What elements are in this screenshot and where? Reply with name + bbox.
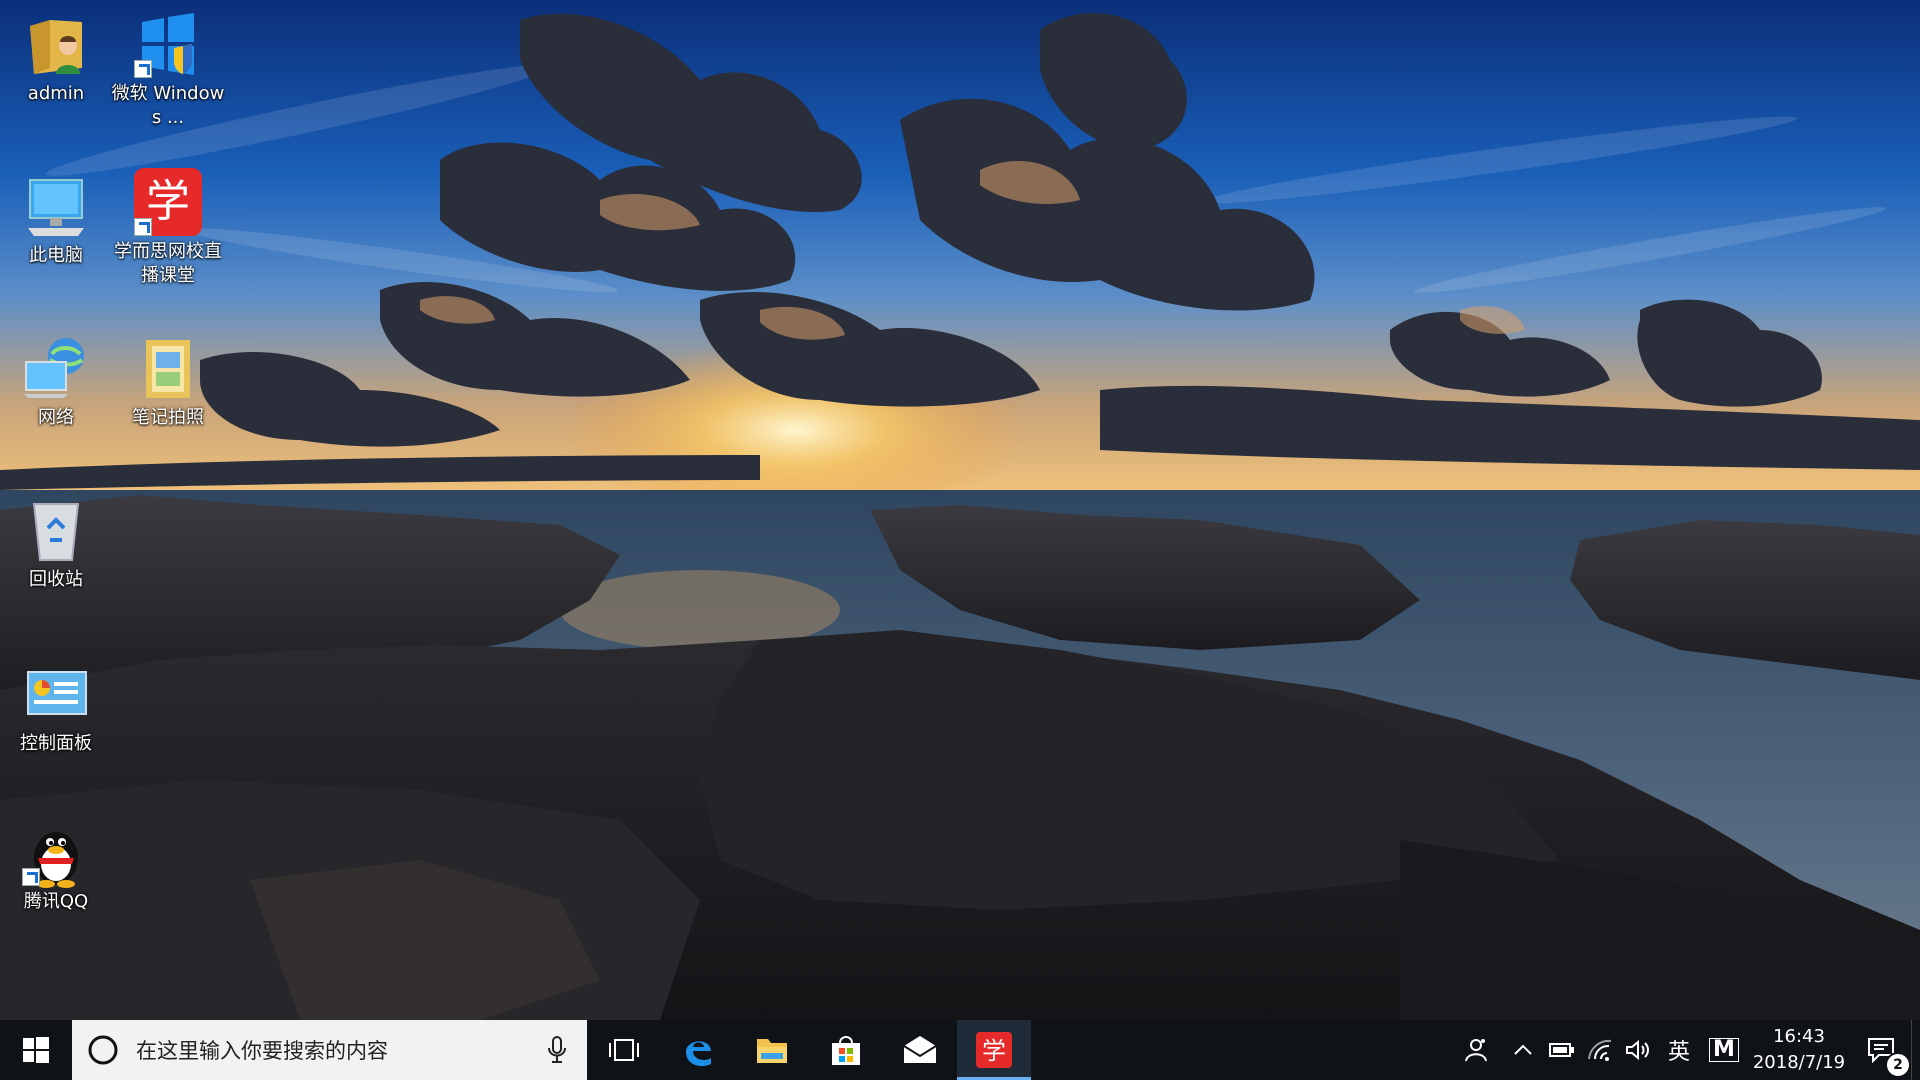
start-button[interactable] xyxy=(0,1020,72,1080)
desktop-icon-windows-security[interactable]: 微软 Windows ... xyxy=(112,8,224,130)
search-placeholder: 在这里输入你要搜索的内容 xyxy=(136,1039,388,1063)
taskbar: 在这里输入你要搜索的内容 学 英 M 16:43 2018/7/19 2 xyxy=(0,1020,1920,1080)
icon-label: admin xyxy=(27,83,85,104)
computer-icon xyxy=(20,170,92,242)
icon-label: 回收站 xyxy=(29,569,83,590)
xueersi-icon: 学 xyxy=(976,1032,1012,1068)
icon-label: 笔记拍照 xyxy=(132,407,204,428)
battery-icon xyxy=(1549,1043,1574,1057)
taskbar-app-file-explorer[interactable] xyxy=(735,1020,809,1080)
notification-count-badge: 2 xyxy=(1885,1052,1911,1078)
icon-label: 腾讯QQ xyxy=(23,891,89,912)
volume-button[interactable] xyxy=(1619,1020,1657,1080)
icon-label: 学而思网校直播课堂 xyxy=(114,241,222,286)
desktop-icon-control-panel[interactable]: 控制面板 xyxy=(2,658,110,756)
task-view-icon xyxy=(609,1039,639,1061)
icon-label: 控制面板 xyxy=(20,733,92,754)
shortcut-arrow-icon xyxy=(134,60,152,78)
taskbar-app-xueersi[interactable]: 学 xyxy=(957,1020,1031,1080)
clock[interactable]: 16:43 2018/7/19 xyxy=(1747,1024,1851,1076)
people-icon xyxy=(1465,1039,1487,1062)
show-desktop-button[interactable] xyxy=(1911,1020,1920,1080)
icon-label: 此电脑 xyxy=(29,245,83,266)
taskbar-app-store[interactable] xyxy=(809,1020,883,1080)
ime-mode-button[interactable]: M xyxy=(1701,1020,1747,1080)
folder-icon xyxy=(757,1039,787,1063)
windows-logo-icon xyxy=(132,8,204,80)
wifi-button[interactable] xyxy=(1581,1020,1619,1080)
xueersi-app-icon: 学 xyxy=(132,166,204,238)
desktop-icon-recycle-bin[interactable]: 回收站 xyxy=(2,494,110,592)
task-view-button[interactable] xyxy=(587,1020,661,1080)
microphone-icon xyxy=(548,1036,566,1063)
icon-label: 网络 xyxy=(38,407,74,428)
recycle-bin-icon xyxy=(20,494,92,566)
notebook-icon xyxy=(132,332,204,404)
taskbar-app-mail[interactable] xyxy=(883,1020,957,1080)
xueersi-glyph: 学 xyxy=(146,176,190,227)
icon-label: 微软 Windows ... xyxy=(111,83,225,128)
control-panel-icon xyxy=(20,658,92,730)
desktop-icon-xueersi[interactable]: 学 学而思网校直播课堂 xyxy=(114,166,222,288)
shortcut-arrow-icon xyxy=(22,868,40,886)
network-icon xyxy=(20,332,92,404)
xueersi-taskbar-glyph: 学 xyxy=(982,1037,1006,1065)
desktop-icon-this-pc[interactable]: 此电脑 xyxy=(2,170,110,268)
user-folder-icon xyxy=(20,8,92,80)
clock-date: 2018/7/19 xyxy=(1752,1052,1846,1073)
store-icon xyxy=(832,1036,860,1065)
battery-button[interactable] xyxy=(1543,1020,1581,1080)
qq-penguin-icon xyxy=(20,816,92,888)
wifi-icon xyxy=(1588,1039,1612,1061)
system-tray: 英 M 16:43 2018/7/19 2 xyxy=(1449,1020,1920,1080)
microphone-button[interactable] xyxy=(527,1020,587,1080)
chevron-up-icon xyxy=(1514,1044,1532,1055)
edge-icon xyxy=(686,1041,711,1067)
desktop-icon-note-photo[interactable]: 笔记拍照 xyxy=(114,332,222,430)
windows-start-icon xyxy=(23,1037,49,1063)
search-box[interactable]: 在这里输入你要搜索的内容 xyxy=(72,1020,587,1080)
taskbar-app-edge[interactable] xyxy=(661,1020,735,1080)
shortcut-arrow-icon xyxy=(134,218,152,236)
desktop-icon-network[interactable]: 网络 xyxy=(2,332,110,430)
desktop-icon-admin[interactable]: admin xyxy=(2,8,110,106)
people-button[interactable] xyxy=(1449,1020,1503,1080)
ime-language-button[interactable]: 英 xyxy=(1657,1020,1701,1080)
ime-mode-label: M xyxy=(1709,1038,1739,1062)
speaker-icon xyxy=(1626,1039,1649,1061)
desktop-wallpaper xyxy=(0,0,1920,1020)
mail-icon xyxy=(903,1036,937,1063)
cortana-icon xyxy=(88,1035,118,1065)
action-center-button[interactable]: 2 xyxy=(1851,1020,1911,1080)
clock-time: 16:43 xyxy=(1773,1026,1825,1047)
show-hidden-icons-button[interactable] xyxy=(1503,1020,1543,1080)
desktop-icon-qq[interactable]: 腾讯QQ xyxy=(2,816,110,914)
